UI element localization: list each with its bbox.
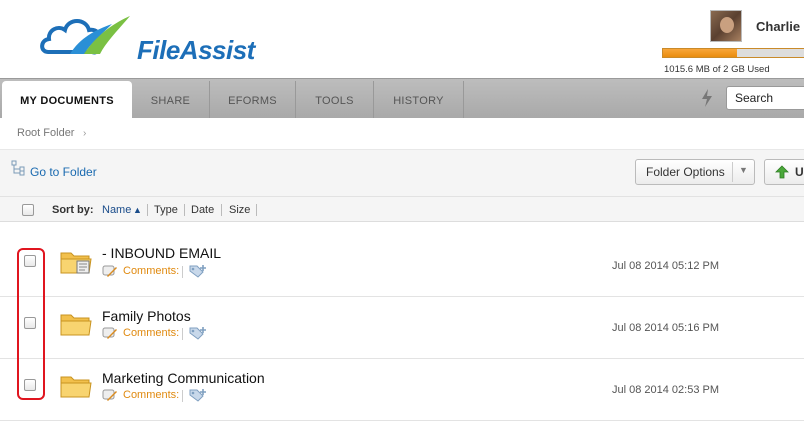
file-name[interactable]: Family Photos bbox=[102, 308, 191, 324]
storage-usage-text: 1015.6 MB of 2 GB Used bbox=[664, 64, 770, 75]
inbox-folder-icon[interactable] bbox=[60, 249, 92, 275]
tab-my-documents[interactable]: MY DOCUMENTS bbox=[2, 81, 132, 119]
tab-eforms[interactable]: EFORMS bbox=[210, 81, 296, 119]
search-input[interactable]: Search bbox=[726, 86, 804, 110]
comment-pencil-icon[interactable] bbox=[102, 264, 118, 278]
row-checkbox[interactable] bbox=[24, 317, 36, 329]
sort-by-label: Sort by: bbox=[52, 204, 94, 216]
file-date: Jul 08 2014 05:12 PM bbox=[612, 260, 720, 272]
avatar[interactable] bbox=[710, 10, 742, 42]
comment-pencil-icon[interactable] bbox=[102, 326, 118, 340]
sort-bar: Sort by: Name ▲ Type Date Size bbox=[0, 196, 804, 222]
upload-label: U bbox=[795, 165, 804, 179]
file-date: Jul 08 2014 02:53 PM bbox=[612, 384, 720, 396]
lightning-icon[interactable] bbox=[700, 89, 714, 107]
sort-date[interactable]: Date bbox=[191, 204, 214, 216]
comments-link[interactable]: Comments: bbox=[123, 327, 179, 339]
go-to-folder-link[interactable]: Go to Folder bbox=[30, 165, 97, 179]
sort-size[interactable]: Size bbox=[229, 204, 250, 216]
goto-folder-icon[interactable] bbox=[11, 160, 25, 176]
breadcrumb: Root Folder › bbox=[0, 118, 804, 150]
main-tab-bar: MY DOCUMENTS SHARE EFORMS TOOLS HISTORY bbox=[0, 78, 804, 119]
add-tag-icon[interactable] bbox=[188, 387, 210, 403]
upload-arrow-icon bbox=[775, 165, 789, 179]
row-checkbox[interactable] bbox=[24, 379, 36, 391]
upload-button[interactable]: U bbox=[764, 159, 804, 185]
breadcrumb-root[interactable]: Root Folder bbox=[17, 127, 74, 139]
folder-options-label: Folder Options bbox=[646, 165, 725, 179]
list-item[interactable]: Family Photos Comments: Jul 08 2014 05:1… bbox=[0, 297, 804, 359]
brand-name: FileAssist bbox=[137, 35, 255, 65]
comments-link[interactable]: Comments: bbox=[123, 265, 179, 277]
list-item[interactable]: Marketing Communication Comments: Jul 08… bbox=[0, 359, 804, 421]
file-name[interactable]: Marketing Communication bbox=[102, 370, 265, 386]
tab-share[interactable]: SHARE bbox=[132, 81, 210, 119]
add-tag-icon[interactable] bbox=[188, 325, 210, 341]
tab-tools[interactable]: TOOLS bbox=[296, 81, 374, 119]
chevron-right-icon: › bbox=[83, 128, 87, 139]
storage-usage-fill bbox=[663, 49, 737, 57]
select-all-checkbox[interactable] bbox=[22, 204, 34, 216]
storage-usage-bar bbox=[662, 48, 804, 58]
folder-icon[interactable] bbox=[60, 311, 92, 337]
file-name[interactable]: - INBOUND EMAIL bbox=[102, 245, 221, 261]
sort-type[interactable]: Type bbox=[154, 204, 178, 216]
header: FileAssist Charlie 1015.6 MB of 2 GB Use… bbox=[0, 0, 804, 78]
user-box: Charlie 1015.6 MB of 2 GB Used bbox=[660, 6, 804, 76]
row-checkbox[interactable] bbox=[24, 255, 36, 267]
fileassist-logo[interactable]: FileAssist bbox=[40, 10, 270, 65]
list-item[interactable]: - INBOUND EMAIL Comments: Jul 08 2014 05… bbox=[0, 235, 804, 297]
comment-pencil-icon[interactable] bbox=[102, 388, 118, 402]
folder-options-dropdown[interactable]: Folder Options ▼ bbox=[635, 159, 755, 185]
sort-name[interactable]: Name bbox=[102, 204, 131, 216]
comments-link[interactable]: Comments: bbox=[123, 389, 179, 401]
chevron-down-icon[interactable]: ▼ bbox=[739, 165, 748, 175]
username[interactable]: Charlie bbox=[756, 19, 800, 34]
add-tag-icon[interactable] bbox=[188, 263, 210, 279]
folder-icon[interactable] bbox=[60, 373, 92, 399]
tab-history[interactable]: HISTORY bbox=[374, 81, 464, 119]
file-date: Jul 08 2014 05:16 PM bbox=[612, 322, 720, 334]
sort-ascending-icon[interactable]: ▲ bbox=[133, 205, 142, 215]
cloud-logo-icon bbox=[40, 16, 130, 55]
fileassist-page: FileAssist Charlie 1015.6 MB of 2 GB Use… bbox=[0, 0, 804, 424]
